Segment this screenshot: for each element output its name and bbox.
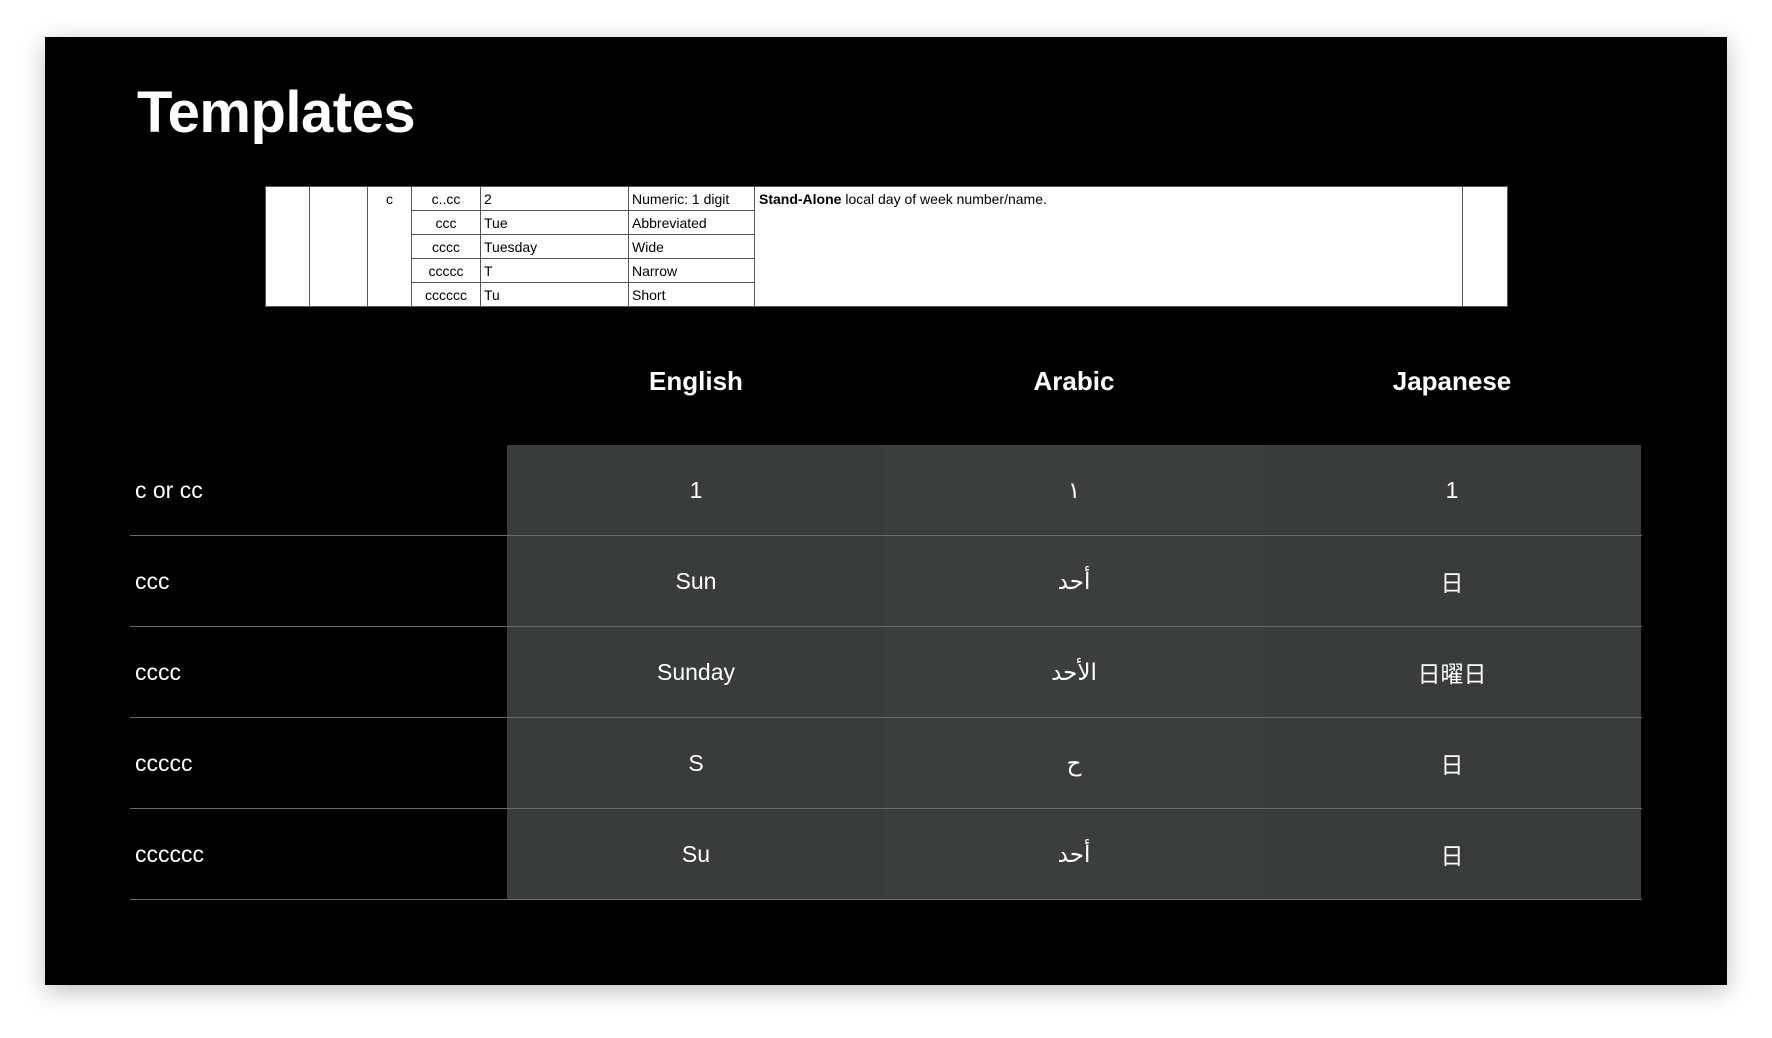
japanese-cell: 日: [1263, 718, 1641, 808]
spec-description-bold: Stand-Alone: [759, 191, 842, 207]
spec-pattern: cccc: [411, 234, 481, 259]
row-label: cccc: [135, 658, 181, 685]
spec-meaning: Wide: [628, 234, 755, 259]
english-cell: Sunday: [507, 627, 885, 717]
spec-table: c c..cc 2 Numeric: 1 digit Stand-Alone l…: [265, 186, 1508, 307]
table-row: cccccc Su أحد 日: [130, 809, 1642, 900]
spec-description: Stand-Alone local day of week number/nam…: [754, 186, 1463, 307]
row-label: ccc: [135, 567, 170, 594]
slide-title: Templates: [137, 80, 416, 145]
spec-example: Tu: [480, 282, 629, 307]
spec-example: T: [480, 258, 629, 283]
spec-empty-cell: [309, 186, 368, 307]
row-label: ccccc: [135, 749, 193, 776]
spec-empty-cell: [1462, 186, 1508, 307]
arabic-cell: أحد: [885, 809, 1263, 899]
column-header-english: English: [649, 365, 743, 396]
spec-symbol: c: [367, 186, 412, 307]
arabic-cell: ح: [885, 718, 1263, 808]
spec-meaning: Short: [628, 282, 755, 307]
slide: Templates c c..cc 2 Numeric: 1 digit Sta: [45, 37, 1727, 985]
arabic-cell: الأحد: [885, 627, 1263, 717]
spec-meaning: Numeric: 1 digit: [628, 186, 755, 211]
english-cell: Su: [507, 809, 885, 899]
spec-pattern: ccc: [411, 210, 481, 235]
header-spacer: [130, 337, 507, 445]
spec-empty-cell: [265, 186, 310, 307]
spec-meaning: Abbreviated: [628, 210, 755, 235]
spec-description-text: local day of week number/name.: [841, 191, 1047, 207]
row-label: cccccc: [135, 840, 204, 867]
table-row: ccc Sun أحد 日: [130, 536, 1642, 627]
english-cell: Sun: [507, 536, 885, 626]
table-row: ccccc S ح 日: [130, 718, 1642, 809]
spec-pattern: cccccc: [411, 282, 481, 307]
arabic-cell: ١: [885, 445, 1263, 535]
spec-meaning: Narrow: [628, 258, 755, 283]
spec-table-image: c c..cc 2 Numeric: 1 digit Stand-Alone l…: [265, 186, 1508, 307]
column-header-japanese: Japanese: [1392, 365, 1512, 396]
spec-example: Tue: [480, 210, 629, 235]
arabic-cell: أحد: [885, 536, 1263, 626]
spec-pattern: ccccc: [411, 258, 481, 283]
spec-row: c c..cc 2 Numeric: 1 digit Stand-Alone l…: [265, 186, 1508, 307]
english-cell: 1: [507, 445, 885, 535]
japanese-cell: 日: [1263, 536, 1641, 626]
spec-pattern: c..cc: [411, 186, 481, 211]
english-cell: S: [507, 718, 885, 808]
row-label: c or cc: [135, 476, 203, 503]
table-header-row: English Arabic Japanese: [130, 337, 1642, 445]
column-header-arabic: Arabic: [1033, 365, 1115, 396]
table-row: cccc Sunday الأحد 日曜日: [130, 627, 1642, 718]
japanese-cell: 日曜日: [1263, 627, 1641, 717]
table-row: c or cc 1 ١ 1: [130, 445, 1642, 536]
japanese-cell: 日: [1263, 809, 1641, 899]
spec-example: 2: [480, 186, 629, 211]
spec-example: Tuesday: [480, 234, 629, 259]
locale-comparison-table: English Arabic Japanese c or cc 1 ١ 1 cc…: [130, 337, 1642, 900]
japanese-cell: 1: [1263, 445, 1641, 535]
